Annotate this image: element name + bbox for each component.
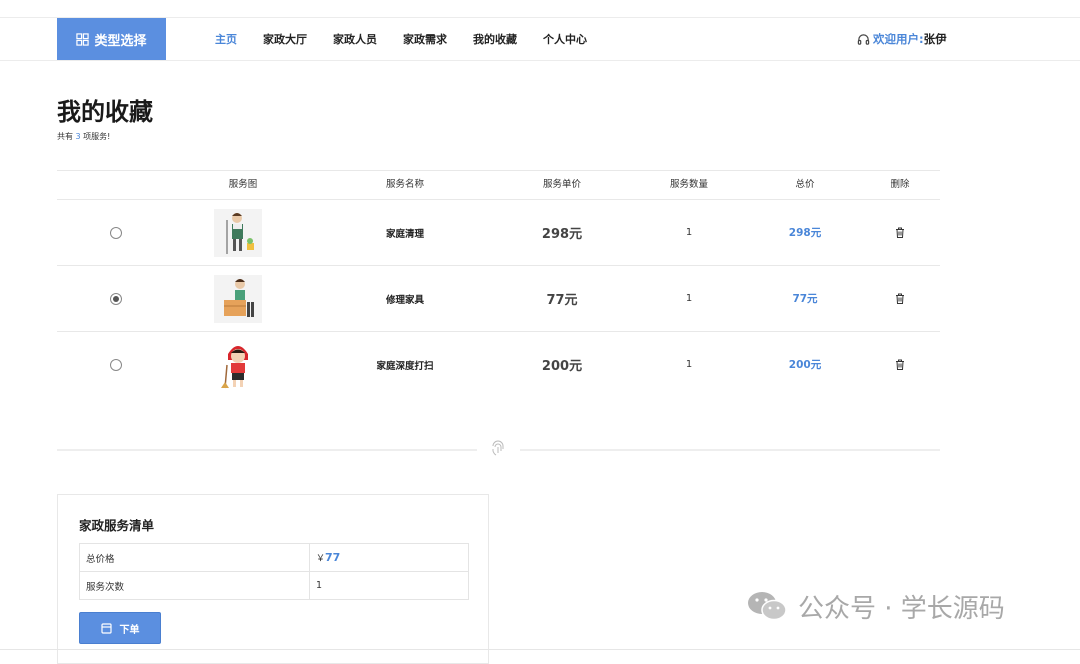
order-icon: [100, 622, 112, 634]
select-radio[interactable]: [110, 358, 122, 371]
place-order-label: 下单: [119, 624, 140, 636]
nav-profile[interactable]: 个人中心: [543, 31, 587, 47]
nav-demands[interactable]: 家政需求: [403, 31, 447, 47]
top-navbar: 类型选择 主页 家政大厅 家政人员 家政需求 我的收藏 个人中心 欢迎用户: 张…: [0, 18, 1080, 61]
currency-symbol: ￥: [316, 554, 326, 564]
username: 张伊: [923, 32, 947, 46]
delete-button[interactable]: [895, 332, 905, 397]
service-count-label: 服务次数: [79, 571, 310, 600]
trash-icon: [896, 293, 904, 304]
table-row: 家庭清理 298元 1 298元: [57, 200, 940, 266]
col-image: 服务图: [228, 179, 258, 190]
service-price: 200元: [541, 359, 583, 374]
service-count-value: 1: [309, 571, 469, 600]
order-summary-card: 家政服务清单 总价格 ￥77 服务次数 1 下单: [57, 494, 489, 664]
subtitle-prefix: 共有: [57, 132, 76, 141]
delete-button[interactable]: [895, 266, 905, 331]
welcome-label: 欢迎用户:: [873, 32, 924, 46]
main-nav: 主页 家政大厅 家政人员 家政需求 我的收藏 个人中心: [215, 18, 613, 60]
col-name: 服务名称: [385, 179, 425, 190]
brand-label: 类型选择: [94, 33, 147, 49]
type-select-button[interactable]: 类型选择: [57, 18, 166, 60]
service-name: 修理家具: [385, 294, 425, 306]
service-name: 家庭清理: [385, 228, 425, 240]
service-count-row: 服务次数 1: [79, 571, 469, 600]
col-delete: 删除: [890, 179, 910, 190]
favorites-table: 服务图 服务名称 服务单价 服务数量 总价 删除 家庭清理 298元 1 298…: [57, 170, 940, 397]
watermark: 公众号 · 学长源码: [744, 588, 1005, 624]
select-radio[interactable]: [110, 292, 122, 305]
service-name: 家庭深度打扫: [376, 360, 434, 372]
place-order-button[interactable]: 下单: [79, 612, 161, 644]
col-qty: 服务数量: [669, 179, 709, 190]
headset-icon: [857, 33, 870, 45]
nav-home[interactable]: 主页: [215, 31, 237, 47]
service-image: [214, 208, 262, 257]
service-qty: 1: [685, 227, 693, 238]
service-image: [214, 340, 262, 389]
service-total: 298元: [788, 227, 822, 239]
fingerprint-icon: [492, 440, 504, 456]
table-row: 家庭深度打扫 200元 1 200元: [57, 332, 940, 397]
table-header: 服务图 服务名称 服务单价 服务数量 总价 删除: [57, 170, 940, 200]
col-price: 服务单价: [542, 179, 582, 190]
wechat-icon: [748, 592, 787, 621]
table-row: 修理家具 77元 1 77元: [57, 266, 940, 332]
trash-icon: [896, 359, 904, 370]
service-price: 77元: [546, 293, 578, 308]
summary-table: 总价格 ￥77 服务次数 1: [79, 543, 469, 600]
favorites-count-text: 共有 3 项服务!: [57, 131, 110, 142]
service-image: [214, 274, 262, 323]
total-price-label: 总价格: [79, 543, 310, 572]
nav-favorites[interactable]: 我的收藏: [473, 31, 517, 47]
service-qty: 1: [685, 293, 693, 304]
summary-title: 家政服务清单: [79, 518, 155, 533]
col-total: 总价: [795, 179, 815, 190]
divider-left: [57, 449, 477, 451]
total-amount: 77: [325, 551, 341, 564]
divider-right: [520, 449, 940, 451]
nav-staff[interactable]: 家政人员: [333, 31, 377, 47]
service-total: 200元: [788, 359, 822, 371]
total-price-row: 总价格 ￥77: [79, 543, 469, 572]
total-price-value: ￥77: [309, 543, 469, 572]
watermark-text: 公众号 · 学长源码: [798, 593, 1005, 624]
service-qty: 1: [685, 359, 693, 370]
user-welcome[interactable]: 欢迎用户: 张伊: [857, 18, 947, 60]
page-title: 我的收藏: [57, 98, 153, 126]
grid-icon: [76, 32, 90, 46]
service-total: 77元: [792, 293, 818, 305]
subtitle-suffix: 项服务!: [80, 132, 111, 141]
select-radio[interactable]: [110, 226, 122, 239]
delete-button[interactable]: [895, 200, 905, 265]
trash-icon: [896, 227, 904, 238]
service-price: 298元: [541, 227, 583, 242]
nav-service-hall[interactable]: 家政大厅: [263, 31, 307, 47]
